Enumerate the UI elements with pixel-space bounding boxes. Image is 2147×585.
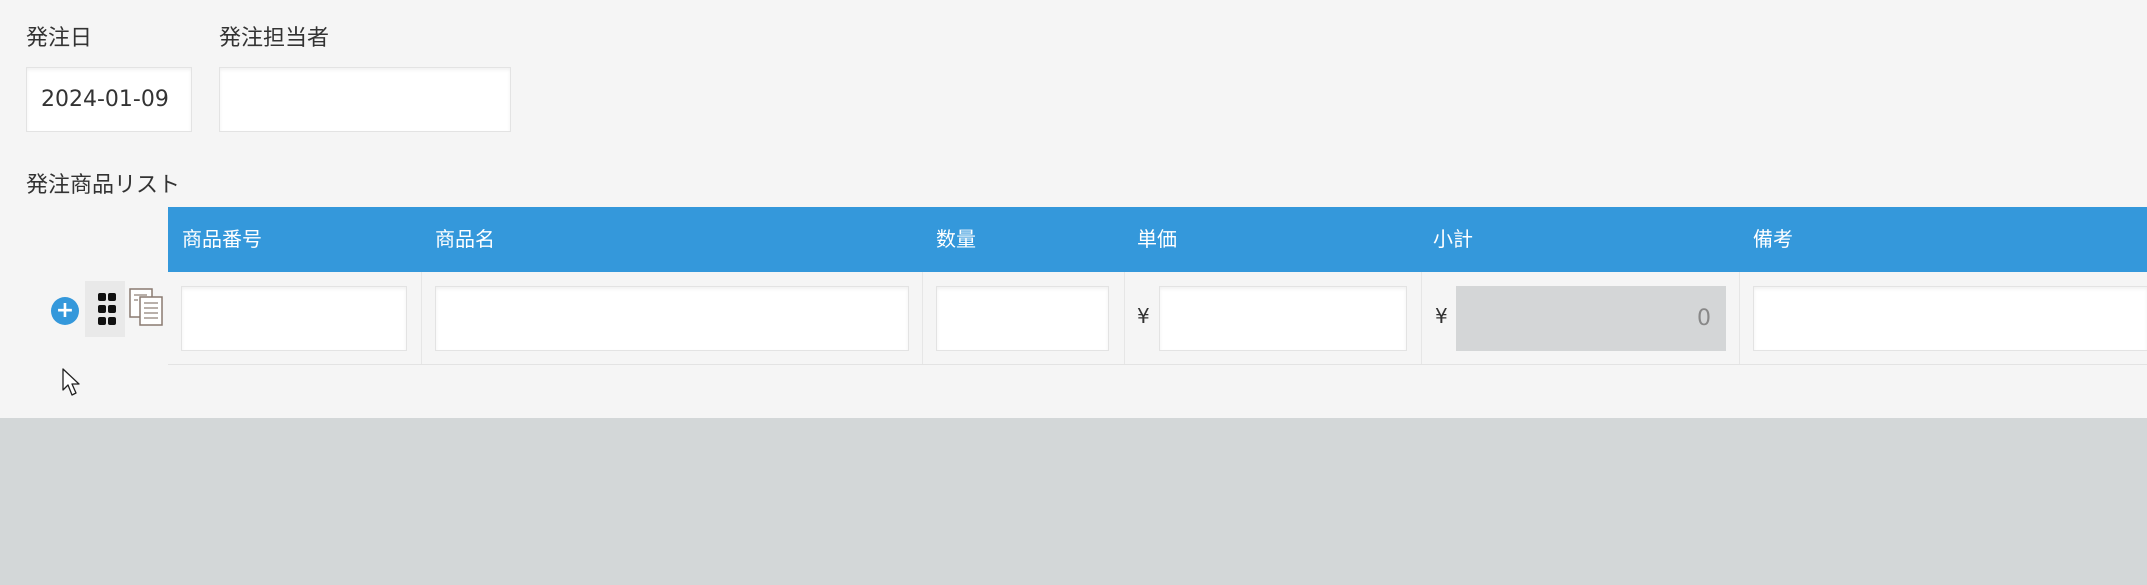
order-list-label: 発注商品リスト [26, 173, 181, 198]
form-area: 発注日 発注担当者 発注商品リスト 商品番号 商品名 数量 単価 小計 備考 + [0, 0, 2147, 418]
product-number-input[interactable] [181, 286, 407, 351]
unit-price-input[interactable] [1159, 286, 1407, 351]
column-header-product-number: 商品番号 [182, 227, 262, 251]
drag-handle-icon[interactable] [85, 281, 125, 337]
column-header-subtotal: 小計 [1433, 227, 1473, 251]
column-separator [421, 272, 422, 364]
plus-icon: + [55, 298, 75, 323]
page: 発注日 発注担当者 発注商品リスト 商品番号 商品名 数量 単価 小計 備考 + [0, 0, 2147, 585]
order-person-field[interactable] [219, 67, 511, 132]
order-date-field[interactable] [26, 67, 192, 132]
copy-icon[interactable] [127, 286, 167, 328]
column-separator [1739, 272, 1740, 364]
notes-input[interactable] [1753, 286, 2147, 351]
subtotal-field: 0 [1456, 286, 1726, 351]
add-row-button[interactable]: + [51, 297, 79, 325]
column-separator [1124, 272, 1125, 364]
column-header-quantity: 数量 [936, 227, 976, 251]
column-header-unit-price: 単価 [1137, 227, 1177, 251]
column-separator [922, 272, 923, 364]
quantity-input[interactable] [936, 286, 1109, 351]
unit-price-currency: ¥ [1137, 304, 1150, 328]
mouse-cursor-icon [62, 368, 80, 396]
column-header-notes: 備考 [1753, 227, 1793, 251]
table-header: 商品番号 商品名 数量 単価 小計 備考 [168, 207, 2147, 272]
subtotal-currency: ¥ [1435, 304, 1448, 328]
column-header-product-name: 商品名 [435, 227, 495, 251]
column-separator [1421, 272, 1422, 364]
product-name-input[interactable] [435, 286, 909, 351]
order-person-label: 発注担当者 [219, 26, 330, 51]
row-divider [168, 364, 2147, 365]
order-date-label: 発注日 [26, 26, 93, 51]
